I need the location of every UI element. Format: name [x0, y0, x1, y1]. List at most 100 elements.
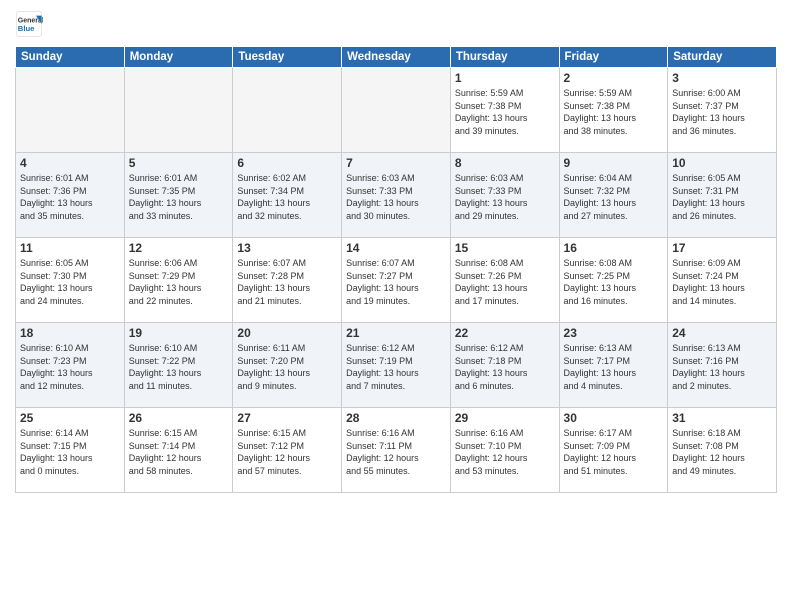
day-cell: 24Sunrise: 6:13 AM Sunset: 7:16 PM Dayli… — [668, 323, 777, 408]
week-row-1: 1 Sunrise: 5:59 AM Sunset: 7:38 PM Daylig… — [16, 68, 777, 153]
day-info: Sunrise: 6:01 AM Sunset: 7:36 PM Dayligh… — [20, 172, 120, 222]
week-row-5: 25Sunrise: 6:14 AM Sunset: 7:15 PM Dayli… — [16, 408, 777, 493]
day-cell: 16 Sunrise: 6:08 AM Sunset: 7:25 PM Dayli… — [559, 238, 668, 323]
day-info: Sunrise: 6:07 AM Sunset: 7:27 PM Dayligh… — [346, 257, 446, 307]
logo-icon: General Blue — [15, 10, 43, 38]
day-info: Sunrise: 6:06 AM Sunset: 7:29 PM Dayligh… — [129, 257, 229, 307]
day-info: Sunrise: 6:02 AM Sunset: 7:34 PM Dayligh… — [237, 172, 337, 222]
weekday-sunday: Sunday — [16, 47, 125, 68]
day-cell: 15 Sunrise: 6:08 AM Sunset: 7:26 PM Dayli… — [450, 238, 559, 323]
day-cell: 28 Sunrise: 6:16 AM Sunset: 7:11 PM Dayli… — [342, 408, 451, 493]
day-number: 8 — [455, 156, 555, 170]
day-number: 31 — [672, 411, 772, 425]
day-number: 13 — [237, 241, 337, 255]
day-info: Sunrise: 6:10 AM Sunset: 7:22 PM Dayligh… — [129, 342, 229, 392]
weekday-saturday: Saturday — [668, 47, 777, 68]
day-info: Sunrise: 6:11 AM Sunset: 7:20 PM Dayligh… — [237, 342, 337, 392]
day-number: 27 — [237, 411, 337, 425]
day-info: Sunrise: 6:15 AM Sunset: 7:14 PM Dayligh… — [129, 427, 229, 477]
day-info: Sunrise: 6:03 AM Sunset: 7:33 PM Dayligh… — [455, 172, 555, 222]
day-number: 1 — [455, 71, 555, 85]
day-number: 21 — [346, 326, 446, 340]
day-cell: 4 Sunrise: 6:01 AM Sunset: 7:36 PM Daylig… — [16, 153, 125, 238]
day-info: Sunrise: 6:12 AM Sunset: 7:19 PM Dayligh… — [346, 342, 446, 392]
day-info: Sunrise: 6:08 AM Sunset: 7:26 PM Dayligh… — [455, 257, 555, 307]
day-cell: 3Sunrise: 6:00 AM Sunset: 7:37 PM Daylig… — [668, 68, 777, 153]
day-cell: 7 Sunrise: 6:03 AM Sunset: 7:33 PM Daylig… — [342, 153, 451, 238]
day-cell: 20 Sunrise: 6:11 AM Sunset: 7:20 PM Dayli… — [233, 323, 342, 408]
logo: General Blue — [15, 10, 43, 38]
day-info: Sunrise: 6:18 AM Sunset: 7:08 PM Dayligh… — [672, 427, 772, 477]
day-cell: 23Sunrise: 6:13 AM Sunset: 7:17 PM Dayli… — [559, 323, 668, 408]
day-cell: 30 Sunrise: 6:17 AM Sunset: 7:09 PM Dayli… — [559, 408, 668, 493]
day-cell: 1 Sunrise: 5:59 AM Sunset: 7:38 PM Daylig… — [450, 68, 559, 153]
day-number: 22 — [455, 326, 555, 340]
week-row-3: 11 Sunrise: 6:05 AM Sunset: 7:30 PM Dayli… — [16, 238, 777, 323]
day-cell: 14 Sunrise: 6:07 AM Sunset: 7:27 PM Dayli… — [342, 238, 451, 323]
weekday-tuesday: Tuesday — [233, 47, 342, 68]
weekday-friday: Friday — [559, 47, 668, 68]
day-number: 11 — [20, 241, 120, 255]
page: General Blue SundayMondayTuesdayWednesda… — [0, 0, 792, 612]
day-info: Sunrise: 6:05 AM Sunset: 7:30 PM Dayligh… — [20, 257, 120, 307]
day-cell: 25Sunrise: 6:14 AM Sunset: 7:15 PM Dayli… — [16, 408, 125, 493]
day-cell: 13 Sunrise: 6:07 AM Sunset: 7:28 PM Dayli… — [233, 238, 342, 323]
day-info: Sunrise: 5:59 AM Sunset: 7:38 PM Dayligh… — [455, 87, 555, 137]
day-cell: 22Sunrise: 6:12 AM Sunset: 7:18 PM Dayli… — [450, 323, 559, 408]
day-number: 28 — [346, 411, 446, 425]
day-number: 20 — [237, 326, 337, 340]
day-info: Sunrise: 6:14 AM Sunset: 7:15 PM Dayligh… — [20, 427, 120, 477]
day-info: Sunrise: 6:10 AM Sunset: 7:23 PM Dayligh… — [20, 342, 120, 392]
day-number: 29 — [455, 411, 555, 425]
day-cell: 10 Sunrise: 6:05 AM Sunset: 7:31 PM Dayli… — [668, 153, 777, 238]
day-number: 2 — [564, 71, 664, 85]
day-cell — [124, 68, 233, 153]
day-info: Sunrise: 6:16 AM Sunset: 7:10 PM Dayligh… — [455, 427, 555, 477]
day-info: Sunrise: 6:13 AM Sunset: 7:17 PM Dayligh… — [564, 342, 664, 392]
day-number: 15 — [455, 241, 555, 255]
day-cell: 2Sunrise: 5:59 AM Sunset: 7:38 PM Daylig… — [559, 68, 668, 153]
day-cell: 18 Sunrise: 6:10 AM Sunset: 7:23 PM Dayli… — [16, 323, 125, 408]
day-number: 18 — [20, 326, 120, 340]
day-number: 30 — [564, 411, 664, 425]
day-number: 5 — [129, 156, 229, 170]
day-cell: 6 Sunrise: 6:02 AM Sunset: 7:34 PM Daylig… — [233, 153, 342, 238]
calendar: SundayMondayTuesdayWednesdayThursdayFrid… — [15, 46, 777, 493]
weekday-wednesday: Wednesday — [342, 47, 451, 68]
day-info: Sunrise: 6:03 AM Sunset: 7:33 PM Dayligh… — [346, 172, 446, 222]
day-info: Sunrise: 6:00 AM Sunset: 7:37 PM Dayligh… — [672, 87, 772, 137]
week-row-2: 4 Sunrise: 6:01 AM Sunset: 7:36 PM Daylig… — [16, 153, 777, 238]
day-cell: 11 Sunrise: 6:05 AM Sunset: 7:30 PM Dayli… — [16, 238, 125, 323]
svg-text:Blue: Blue — [18, 24, 35, 33]
day-number: 16 — [564, 241, 664, 255]
day-info: Sunrise: 6:16 AM Sunset: 7:11 PM Dayligh… — [346, 427, 446, 477]
day-cell: 19 Sunrise: 6:10 AM Sunset: 7:22 PM Dayli… — [124, 323, 233, 408]
day-info: Sunrise: 6:15 AM Sunset: 7:12 PM Dayligh… — [237, 427, 337, 477]
weekday-header-row: SundayMondayTuesdayWednesdayThursdayFrid… — [16, 47, 777, 68]
day-number: 7 — [346, 156, 446, 170]
day-cell: 21 Sunrise: 6:12 AM Sunset: 7:19 PM Dayli… — [342, 323, 451, 408]
day-number: 10 — [672, 156, 772, 170]
day-number: 24 — [672, 326, 772, 340]
day-number: 17 — [672, 241, 772, 255]
day-cell: 8 Sunrise: 6:03 AM Sunset: 7:33 PM Daylig… — [450, 153, 559, 238]
day-number: 19 — [129, 326, 229, 340]
day-cell: 9Sunrise: 6:04 AM Sunset: 7:32 PM Daylig… — [559, 153, 668, 238]
day-number: 14 — [346, 241, 446, 255]
day-number: 4 — [20, 156, 120, 170]
day-info: Sunrise: 6:09 AM Sunset: 7:24 PM Dayligh… — [672, 257, 772, 307]
week-row-4: 18 Sunrise: 6:10 AM Sunset: 7:23 PM Dayli… — [16, 323, 777, 408]
day-number: 6 — [237, 156, 337, 170]
day-cell: 26Sunrise: 6:15 AM Sunset: 7:14 PM Dayli… — [124, 408, 233, 493]
header: General Blue — [15, 10, 777, 38]
day-info: Sunrise: 6:07 AM Sunset: 7:28 PM Dayligh… — [237, 257, 337, 307]
weekday-monday: Monday — [124, 47, 233, 68]
day-cell: 29 Sunrise: 6:16 AM Sunset: 7:10 PM Dayli… — [450, 408, 559, 493]
day-cell: 12Sunrise: 6:06 AM Sunset: 7:29 PM Dayli… — [124, 238, 233, 323]
day-info: Sunrise: 6:17 AM Sunset: 7:09 PM Dayligh… — [564, 427, 664, 477]
day-cell: 27 Sunrise: 6:15 AM Sunset: 7:12 PM Dayli… — [233, 408, 342, 493]
day-cell — [233, 68, 342, 153]
day-cell — [342, 68, 451, 153]
day-info: Sunrise: 6:05 AM Sunset: 7:31 PM Dayligh… — [672, 172, 772, 222]
day-info: Sunrise: 6:08 AM Sunset: 7:25 PM Dayligh… — [564, 257, 664, 307]
